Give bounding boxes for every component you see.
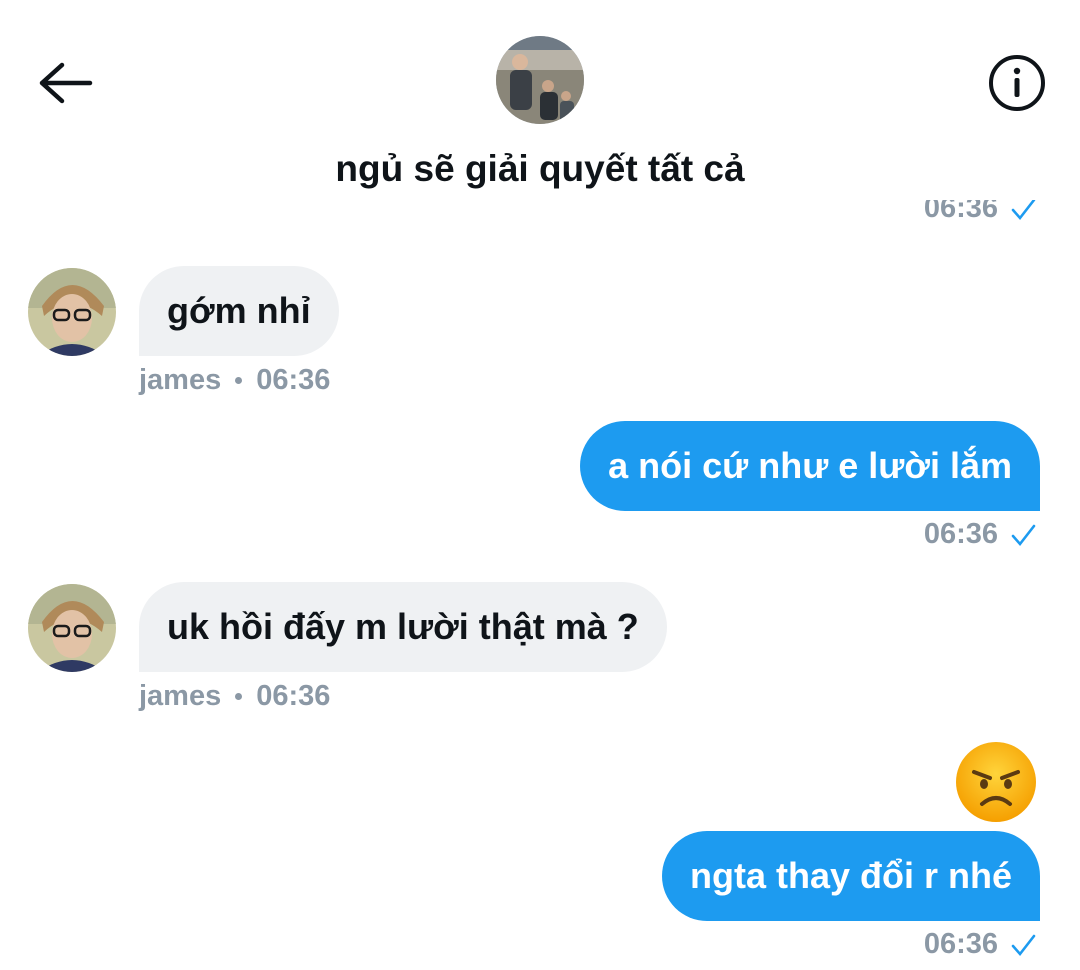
incoming-message-meta: james 06:36 xyxy=(139,364,330,397)
incoming-message-bubble[interactable]: gớm nhỉ xyxy=(139,266,339,356)
incoming-message-meta: james 06:36 xyxy=(139,680,330,713)
message-time: 06:36 xyxy=(923,928,998,960)
avatar-photo xyxy=(28,268,116,356)
sent-check-icon xyxy=(1011,934,1036,956)
incoming-message-bubble[interactable]: uk hồi đấy m lười thật mà ? xyxy=(139,582,667,672)
arrow-left-icon xyxy=(39,62,93,104)
conversation-avatar[interactable] xyxy=(496,36,584,124)
conversation-info-button[interactable] xyxy=(988,54,1046,112)
group-photo xyxy=(496,36,584,124)
outgoing-message-meta: 06:36 xyxy=(924,928,1036,961)
message-time: 06:36 xyxy=(923,200,998,224)
info-circle-icon xyxy=(989,55,1045,111)
separator-dot xyxy=(235,377,243,384)
outgoing-message-bubble[interactable]: a nói cứ như e lười lắm xyxy=(580,421,1040,511)
sender-name: james xyxy=(139,364,222,396)
message-time: 06:36 xyxy=(923,518,998,550)
sender-name: james xyxy=(139,680,222,712)
outgoing-message-bubble[interactable]: ngta thay đổi r nhé xyxy=(661,831,1040,921)
previous-message-meta: 06:36 xyxy=(700,200,1080,238)
separator-dot xyxy=(235,693,243,700)
angry-face-emoji-message[interactable] xyxy=(954,740,1038,824)
sender-avatar[interactable] xyxy=(28,584,116,672)
conversation-title: ngủ sẽ giải quyết tất cả xyxy=(335,148,745,189)
angry-face-icon xyxy=(956,742,1036,822)
sender-avatar[interactable] xyxy=(28,268,116,356)
message-time: 06:36 xyxy=(256,364,331,396)
message-time: 06:36 xyxy=(256,680,331,712)
avatar-photo xyxy=(28,584,116,672)
outgoing-message-meta: 06:36 xyxy=(924,518,1036,551)
back-button[interactable] xyxy=(36,56,96,110)
sent-check-icon xyxy=(1011,524,1036,546)
sent-check-icon xyxy=(1011,200,1036,220)
